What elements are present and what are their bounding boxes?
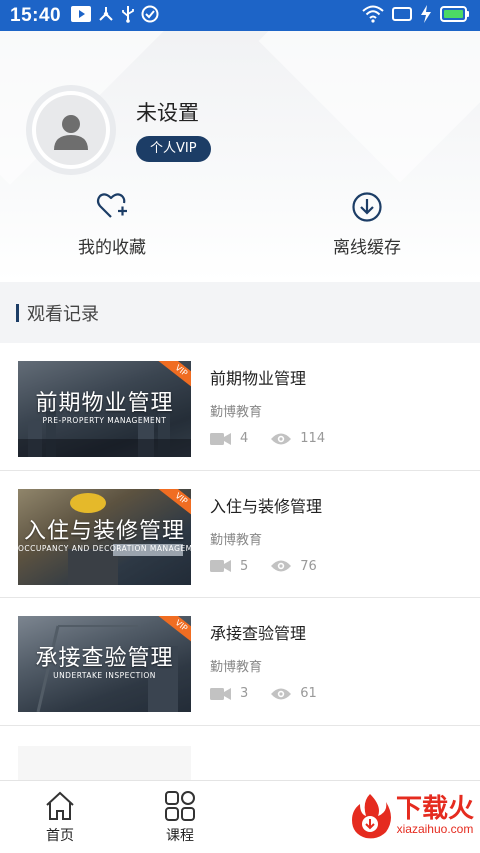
course-title[interactable]: 入住与装修管理 — [210, 493, 322, 517]
course-stats: 5 76 — [210, 559, 339, 574]
profile-header: 未设置 个人VIP 我的收藏 离线缓存 — [0, 31, 480, 282]
course-title[interactable]: 承接查验管理 — [210, 620, 306, 644]
thumbnail-title: 承接查验管理 — [35, 646, 174, 671]
avatar[interactable] — [32, 91, 110, 169]
screen-icon — [392, 6, 412, 26]
download-circle-icon — [352, 192, 382, 222]
course-organization: 勤博教育 — [210, 532, 263, 548]
list-item[interactable]: 承接查验管理 UNDERTAKE INSPECTION VIP 承接查验管理 勤… — [0, 598, 480, 726]
username[interactable]: 未设置 — [136, 97, 199, 127]
watermark-text: 下载火 — [395, 794, 474, 824]
eye-icon — [271, 433, 292, 444]
vip-badge[interactable]: 个人VIP — [136, 136, 211, 162]
course-organization: 勤博教育 — [210, 660, 263, 675]
home-icon — [46, 791, 74, 820]
course-thumbnail[interactable]: 承接查验管理 UNDERTAKE INSPECTION VIP — [18, 616, 191, 712]
course-thumbnail-placeholder — [18, 745, 191, 780]
thumbnail-subtitle: UNDERTAKE INSPECTION — [53, 671, 156, 680]
check-circle-icon — [141, 5, 159, 27]
nav-courses-label: 课程 — [166, 828, 194, 844]
watch-history-header: 观看记录 — [0, 283, 480, 343]
share-icon — [97, 5, 115, 27]
favorites-button[interactable]: 我的收藏 — [32, 191, 192, 258]
thumbnail-subtitle: OCCUPANCY AND DECORATION MANAGEMENT — [18, 543, 191, 553]
eye-icon — [271, 560, 292, 572]
watermark: 下载火 xiazaihuo.com — [344, 790, 474, 842]
view-count: 76 — [300, 558, 317, 574]
course-title[interactable]: 前期物业管理 — [210, 365, 306, 389]
nav-item-courses[interactable]: 课程 — [120, 781, 240, 853]
eye-icon — [271, 688, 292, 699]
wifi-icon — [362, 5, 384, 27]
charging-icon — [420, 4, 432, 27]
video-count: 5 — [240, 558, 249, 574]
offline-cache-button[interactable]: 离线缓存 — [287, 191, 447, 258]
flame-logo-icon — [351, 794, 391, 839]
nav-item-home[interactable]: 首页 — [0, 781, 120, 853]
section-marker — [16, 304, 19, 322]
course-organization: 勤博教育 — [210, 405, 263, 420]
view-count: 114 — [300, 431, 326, 446]
video-camera-icon — [210, 432, 231, 445]
watch-history-list: 前期物业管理 PRE-PROPERTY MANAGEMENT VIP 前期物业管… — [0, 343, 480, 780]
user-silhouette-icon — [54, 115, 88, 150]
thumbnail-title: 入住与装修管理 — [23, 518, 185, 544]
nav-item-hidden[interactable] — [240, 781, 360, 853]
grid-icon — [165, 791, 195, 821]
watermark-url: xiazaihuo.com — [396, 822, 474, 836]
course-stats: 4 114 — [210, 431, 347, 446]
battery-icon — [440, 5, 470, 26]
list-item[interactable]: 入住与装修管理 OCCUPANCY AND DECORATION MANAGEM… — [0, 471, 480, 598]
status-time: 15:40 — [10, 4, 62, 26]
thumbnail-title: 前期物业管理 — [35, 391, 174, 416]
view-count: 61 — [300, 686, 317, 701]
usb-icon — [121, 5, 135, 27]
video-count: 4 — [240, 431, 249, 446]
offline-cache-label: 离线缓存 — [333, 238, 401, 258]
video-count: 3 — [240, 686, 249, 701]
heart-plus-icon — [96, 193, 127, 218]
list-item-partial[interactable] — [0, 726, 480, 780]
play-icon — [71, 5, 92, 26]
course-stats: 3 61 — [210, 686, 339, 701]
thumbnail-subtitle: PRE-PROPERTY MANAGEMENT — [42, 416, 167, 425]
course-thumbnail[interactable]: 入住与装修管理 OCCUPANCY AND DECORATION MANAGEM… — [18, 488, 191, 585]
list-item[interactable]: 前期物业管理 PRE-PROPERTY MANAGEMENT VIP 前期物业管… — [0, 343, 480, 471]
nav-home-label: 首页 — [46, 828, 74, 844]
video-camera-icon — [210, 687, 231, 700]
video-camera-icon — [210, 560, 231, 572]
watch-history-title: 观看记录 — [27, 304, 99, 325]
status-bar: 15:40 — [0, 0, 480, 31]
favorites-label: 我的收藏 — [78, 238, 146, 258]
course-thumbnail[interactable]: 前期物业管理 PRE-PROPERTY MANAGEMENT VIP — [18, 361, 191, 457]
